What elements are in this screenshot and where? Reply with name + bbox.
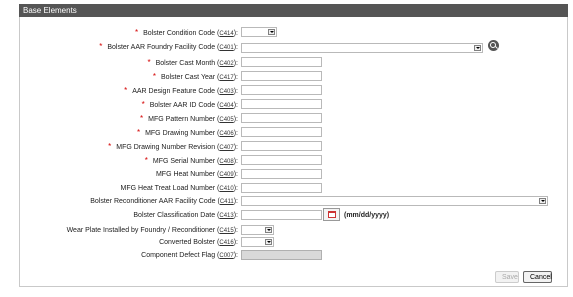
row-reconditioner-facility-code: Bolster Reconditioner AAR Facility Code … — [0, 196, 573, 208]
component-defect-flag-field — [241, 250, 322, 260]
chevron-down-icon — [265, 227, 272, 233]
field-label: * Bolster AAR ID Code (C404): — [141, 100, 238, 109]
reconditioner-facility-code-select[interactable] — [241, 196, 548, 206]
row-wear-plate-installed: Wear Plate Installed by Foundry / Recond… — [0, 225, 573, 237]
row-bolster-classification-date: Bolster Classification Date (C413): (mm/… — [0, 208, 573, 222]
row-mfg-serial-number: * MFG Serial Number (C408): — [0, 155, 573, 167]
section-header-base-elements: Base Elements — [19, 4, 568, 17]
code-link[interactable]: C402 — [219, 61, 233, 67]
row-mfg-drawing-number: * MFG Drawing Number (C406): — [0, 127, 573, 139]
row-bolster-cast-year: * Bolster Cast Year (C417): — [0, 71, 573, 83]
field-label: Bolster Classification Date (C413): — [133, 212, 238, 219]
save-button[interactable]: Save — [495, 271, 519, 283]
bolster-cast-year-input[interactable] — [241, 71, 322, 81]
field-label: * Bolster Condition Code (C414): — [134, 28, 238, 37]
chevron-down-icon — [474, 45, 481, 51]
code-link[interactable]: C409 — [219, 172, 233, 178]
row-mfg-drawing-number-revision: * MFG Drawing Number Revision (C407): — [0, 141, 573, 153]
search-icon[interactable] — [488, 40, 499, 51]
field-label: MFG Heat Number (C409): — [155, 171, 238, 178]
field-label: * MFG Drawing Number (C406): — [136, 128, 238, 137]
wear-plate-installed-select[interactable] — [241, 225, 274, 235]
mfg-serial-number-input[interactable] — [241, 155, 322, 165]
row-aar-design-feature-code: * AAR Design Feature Code (C403): — [0, 85, 573, 97]
code-link[interactable]: C007 — [219, 253, 233, 259]
bolster-cast-month-input[interactable] — [241, 57, 322, 67]
code-link[interactable]: C413 — [219, 213, 233, 219]
code-link[interactable]: C403 — [219, 89, 233, 95]
field-label: Converted Bolster (C416): — [159, 239, 238, 246]
row-mfg-heat-treat-load-number: MFG Heat Treat Load Number (C410): — [0, 183, 573, 195]
code-link[interactable]: C411 — [220, 199, 234, 205]
code-link[interactable]: C414 — [219, 31, 233, 37]
code-link[interactable]: C408 — [219, 159, 233, 165]
code-link[interactable]: C410 — [219, 186, 233, 192]
aar-design-feature-code-input[interactable] — [241, 85, 322, 95]
cancel-button[interactable]: Cancel — [523, 271, 552, 283]
field-label: MFG Heat Treat Load Number (C410): — [120, 185, 238, 192]
field-label: * Bolster Cast Year (C417): — [152, 72, 238, 81]
field-label: * Bolster Cast Month (C402): — [147, 58, 238, 67]
code-link[interactable]: C407 — [219, 145, 233, 151]
foundry-facility-code-select[interactable] — [241, 43, 483, 53]
field-label: Component Defect Flag (C007): — [141, 252, 238, 259]
chevron-down-icon — [539, 198, 546, 204]
field-label: * MFG Serial Number (C408): — [144, 156, 238, 165]
field-label: * MFG Pattern Number (C405): — [140, 114, 238, 123]
code-link[interactable]: C406 — [219, 131, 233, 137]
row-mfg-heat-number: MFG Heat Number (C409): — [0, 169, 573, 181]
code-link[interactable]: C405 — [219, 117, 233, 123]
field-label: * Bolster AAR Foundry Facility Code (C401… — [99, 42, 238, 51]
mfg-drawing-number-input[interactable] — [241, 127, 322, 137]
field-label: * AAR Design Feature Code (C403): — [124, 86, 238, 95]
chevron-down-icon — [265, 239, 272, 245]
field-label: Wear Plate Installed by Foundry / Recond… — [66, 227, 238, 234]
code-link[interactable]: C416 — [219, 240, 233, 246]
field-label: Bolster Reconditioner AAR Facility Code … — [90, 198, 238, 205]
code-link[interactable]: C417 — [219, 75, 233, 81]
row-foundry-facility-code: * Bolster AAR Foundry Facility Code (C401… — [0, 40, 573, 53]
code-link[interactable]: C415 — [219, 228, 233, 234]
row-bolster-condition-code: * Bolster Condition Code (C414): — [0, 27, 573, 39]
bolster-classification-date-input[interactable] — [241, 210, 322, 220]
bolster-aar-id-code-input[interactable] — [241, 99, 322, 109]
chevron-down-icon — [268, 29, 275, 35]
field-label: * MFG Drawing Number Revision (C407): — [108, 142, 238, 151]
mfg-heat-number-input[interactable] — [241, 169, 322, 179]
code-link[interactable]: C404 — [219, 103, 233, 109]
row-component-defect-flag: Component Defect Flag (C007): — [0, 250, 573, 262]
mfg-heat-treat-load-number-input[interactable] — [241, 183, 322, 193]
row-converted-bolster: Converted Bolster (C416): — [0, 237, 573, 249]
bolster-condition-code-select[interactable] — [241, 27, 277, 37]
row-bolster-aar-id-code: * Bolster AAR ID Code (C404): — [0, 99, 573, 111]
row-mfg-pattern-number: * MFG Pattern Number (C405): — [0, 113, 573, 125]
mfg-pattern-number-input[interactable] — [241, 113, 322, 123]
date-format-hint: (mm/dd/yyyy) — [344, 212, 390, 219]
mfg-drawing-number-revision-input[interactable] — [241, 141, 322, 151]
code-link[interactable]: C401 — [219, 45, 233, 51]
converted-bolster-select[interactable] — [241, 237, 274, 247]
calendar-icon[interactable] — [323, 208, 340, 221]
row-bolster-cast-month: * Bolster Cast Month (C402): — [0, 57, 573, 69]
